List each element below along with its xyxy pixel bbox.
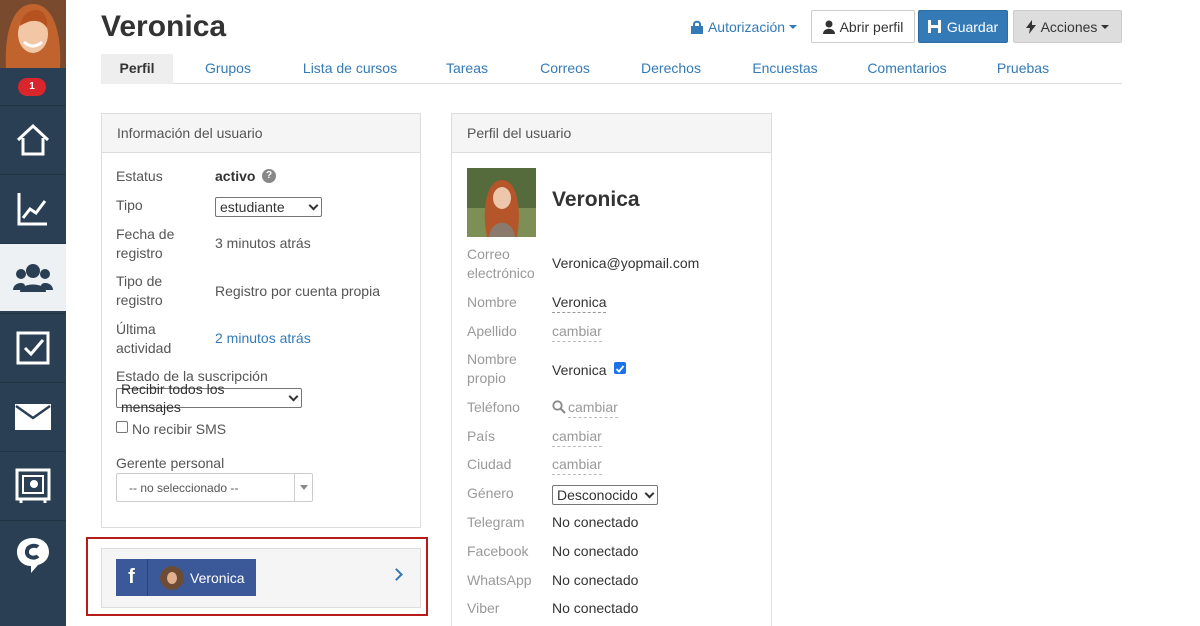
users-icon	[13, 263, 53, 292]
chart-icon	[17, 192, 47, 225]
open-profile-label: Abrir perfil	[839, 18, 904, 35]
email-value: Veronica@yopmail.com	[552, 255, 700, 271]
reg-date-label: Fecha de registro	[116, 226, 175, 261]
profile-name: Veronica	[552, 188, 640, 211]
last-name-label: Apellido	[467, 323, 517, 339]
chat-icon	[17, 537, 49, 573]
chevron-down-icon	[288, 391, 299, 401]
tab-pruebas[interactable]: Pruebas	[994, 54, 1052, 84]
city-label: Ciudad	[467, 456, 512, 472]
reg-type-value: Registro por cuenta propia	[215, 283, 380, 299]
sidebar-item-chat[interactable]	[0, 520, 66, 588]
profile-photo[interactable]	[467, 168, 536, 237]
mail-icon	[15, 403, 51, 430]
subscription-select[interactable]: Recibir todos los mensajes	[116, 381, 302, 415]
safe-icon	[15, 468, 51, 503]
telegram-value: No conectado	[552, 514, 639, 530]
authorization-dropdown[interactable]: Autorización	[690, 10, 798, 43]
caret-down-icon	[300, 485, 308, 490]
sidebar-item-statistics[interactable]	[0, 174, 66, 242]
actions-dropdown[interactable]: Acciones	[1013, 10, 1122, 43]
status-value: activo	[215, 168, 256, 184]
whatsapp-value: No conectado	[552, 572, 639, 588]
sidebar-avatar[interactable]	[0, 0, 66, 68]
last-activity-label: Última actividad	[116, 321, 172, 356]
tab-lista-de-cursos[interactable]: Lista de cursos	[295, 54, 405, 84]
save-label: Guardar	[946, 18, 999, 35]
user-icon	[822, 20, 835, 34]
save-button[interactable]: Guardar	[918, 10, 1008, 43]
first-name-field[interactable]: Veronica	[552, 293, 607, 313]
highlight-outline	[86, 537, 428, 616]
tab-bar: Perfil Grupos Lista de cursos Tareas Cor…	[101, 54, 1122, 84]
reg-type-label: Tipo de registro	[116, 273, 163, 308]
first-name-label: Nombre	[467, 294, 517, 310]
sidebar-item-safe[interactable]	[0, 451, 66, 519]
check-icon	[615, 365, 625, 373]
tab-correos[interactable]: Correos	[534, 54, 596, 84]
tab-derechos[interactable]: Derechos	[636, 54, 706, 84]
country-label: País	[467, 428, 496, 444]
actions-label: Acciones	[1040, 18, 1098, 35]
manager-select[interactable]: -- no seleccionado --	[116, 473, 313, 502]
last-name-field[interactable]: cambiar	[552, 322, 602, 342]
tab-comentarios[interactable]: Comentarios	[864, 54, 950, 84]
notification-badge[interactable]: 1	[18, 78, 46, 96]
sidebar-item-home[interactable]	[0, 105, 66, 173]
sidebar-item-tasks[interactable]	[0, 313, 66, 381]
page-title: Veronica	[101, 10, 227, 43]
own-name-checkbox[interactable]	[614, 362, 626, 374]
chevron-down-icon	[308, 200, 319, 210]
help-icon[interactable]: ?	[262, 169, 276, 183]
no-sms-label: No recibir SMS	[132, 421, 227, 437]
subscription-select-value: Recibir todos los mensajes	[121, 381, 225, 415]
manager-select-value: -- no seleccionado --	[129, 481, 239, 495]
sidebar-item-users[interactable]	[0, 243, 66, 311]
facebook-value: No conectado	[552, 543, 639, 559]
lock-icon	[690, 20, 703, 34]
sidebar: 1	[0, 0, 66, 626]
tab-encuestas[interactable]: Encuestas	[749, 54, 821, 84]
facebook-label: Facebook	[467, 543, 529, 559]
email-label: Correo electrónico	[467, 246, 535, 281]
sidebar-item-mail[interactable]	[0, 382, 66, 450]
authorization-label: Autorización	[707, 18, 786, 35]
caret-down-icon	[789, 24, 798, 29]
phone-label: Teléfono	[467, 399, 520, 415]
chevron-down-icon	[644, 488, 655, 498]
type-label: Tipo	[116, 197, 143, 213]
select-divider	[294, 474, 295, 501]
gender-select[interactable]: Desconocido	[552, 485, 658, 505]
user-profile-title: Perfil del usuario	[452, 114, 771, 153]
viber-value: No conectado	[552, 600, 639, 616]
home-icon	[16, 123, 50, 155]
tab-tareas[interactable]: Tareas	[441, 54, 493, 84]
tab-perfil[interactable]: Perfil	[101, 54, 173, 84]
last-activity-link[interactable]: 2 minutos atrás	[215, 329, 311, 348]
search-icon[interactable]	[552, 400, 566, 414]
floppy-icon	[927, 20, 941, 33]
type-select-value: estudiante	[220, 199, 285, 215]
tasks-icon	[16, 331, 50, 364]
own-name-label: Nombre propio	[467, 351, 517, 386]
bolt-icon	[1025, 19, 1036, 34]
city-field[interactable]: cambiar	[552, 455, 602, 475]
viber-label: Viber	[467, 600, 500, 616]
open-profile-button[interactable]: Abrir perfil	[811, 10, 915, 43]
caret-down-icon	[1101, 24, 1110, 29]
reg-date-value: 3 minutos atrás	[215, 235, 311, 251]
telegram-label: Telegram	[467, 514, 525, 530]
no-sms-checkbox[interactable]	[116, 421, 128, 433]
own-name-value: Veronica	[552, 362, 607, 378]
user-info-title: Información del usuario	[102, 114, 420, 153]
status-label: Estatus	[116, 168, 163, 184]
whatsapp-label: WhatsApp	[467, 572, 532, 588]
gender-select-value: Desconocido	[557, 487, 638, 503]
manager-label: Gerente personal	[116, 455, 225, 471]
phone-field[interactable]: cambiar	[568, 398, 618, 418]
tab-grupos[interactable]: Grupos	[197, 54, 259, 84]
country-field[interactable]: cambiar	[552, 427, 602, 447]
type-select[interactable]: estudiante	[215, 197, 322, 217]
gender-label: Género	[467, 485, 514, 501]
